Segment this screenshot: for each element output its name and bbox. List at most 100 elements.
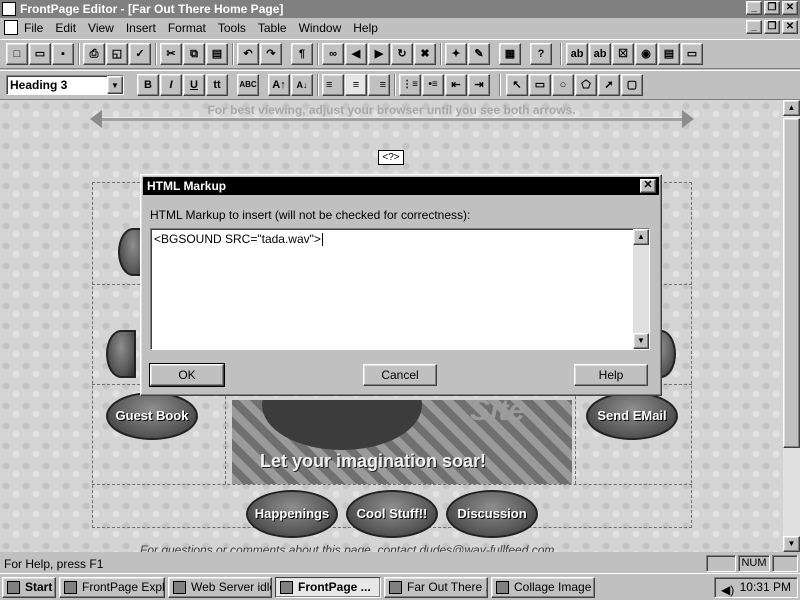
make-transparent-icon[interactable]: ▢ (621, 74, 643, 96)
scroll-down-icon[interactable]: ▼ (783, 536, 800, 552)
highlight-hotspots-icon[interactable]: ➚ (598, 74, 620, 96)
stop-icon[interactable]: ✖ (414, 43, 436, 65)
numbered-list-icon[interactable]: ⋮≡ (399, 74, 421, 96)
close-button[interactable]: ✕ (782, 1, 798, 15)
happenings-button[interactable]: Happenings (246, 490, 338, 538)
cut-icon[interactable]: ✂ (160, 43, 182, 65)
typewriter-icon[interactable]: tt (206, 74, 228, 96)
decrease-indent-icon[interactable]: ⇤ (445, 74, 467, 96)
align-right-icon[interactable]: ≡ (368, 74, 390, 96)
editor-vertical-scrollbar[interactable]: ▲ ▼ (783, 100, 800, 552)
html-markup-marker[interactable]: <?> (378, 150, 404, 165)
task-label: Far Out There ... (407, 580, 488, 594)
save-icon[interactable]: ▪ (52, 43, 74, 65)
text-color-icon[interactable]: ABC (237, 74, 259, 96)
menu-insert[interactable]: Insert (126, 21, 156, 35)
frontpage-app-icon[interactable] (2, 2, 16, 16)
ok-button[interactable]: OK (149, 363, 225, 387)
doc-close-button[interactable]: ✕ (782, 20, 798, 34)
circle-icon[interactable]: ○ (552, 74, 574, 96)
new-icon[interactable]: □ (6, 43, 28, 65)
align-center-icon[interactable]: ≡ (345, 74, 367, 96)
forward-icon[interactable]: ▶ (368, 43, 390, 65)
print-preview-icon[interactable]: ◱ (106, 43, 128, 65)
cancel-button[interactable]: Cancel (363, 364, 437, 386)
guest-book-button[interactable]: Guest Book (106, 392, 198, 440)
paragraph-style-select[interactable]: Heading 3 ▼ (6, 75, 124, 95)
underline-icon[interactable]: U (183, 74, 205, 96)
menu-edit[interactable]: Edit (55, 21, 76, 35)
doc-minimize-button[interactable]: _ (746, 20, 762, 34)
scroll-down-icon[interactable]: ▼ (633, 333, 649, 349)
open-icon[interactable]: ▭ (29, 43, 51, 65)
spelling-icon[interactable]: ✓ (129, 43, 151, 65)
send-email-button[interactable]: Send EMail (586, 392, 678, 440)
task-web-server[interactable]: Web Server idle (168, 577, 272, 598)
menu-view[interactable]: View (88, 21, 114, 35)
nav-button-partial[interactable] (106, 330, 136, 378)
menu-format[interactable]: Format (168, 21, 206, 35)
select-pointer-icon[interactable]: ↖ (506, 74, 528, 96)
align-left-icon[interactable]: ≡ (322, 74, 344, 96)
task-collage-image[interactable]: Collage Image ... (491, 577, 595, 598)
menu-tools[interactable]: Tools (218, 21, 246, 35)
menu-table[interactable]: Table (258, 21, 287, 35)
restore-button[interactable]: ❐ (764, 1, 780, 15)
cool-stuff-button[interactable]: Cool Stuff!! (346, 490, 438, 538)
image-icon[interactable]: ✎ (468, 43, 490, 65)
discussion-button[interactable]: Discussion (446, 490, 538, 538)
markup-text-value: <BGSOUND SRC="tada.wav"> (154, 232, 321, 246)
menu-file[interactable]: File (24, 21, 43, 35)
web-bot-icon[interactable]: ✦ (445, 43, 467, 65)
scroll-up-icon[interactable]: ▲ (633, 229, 649, 245)
task-frontpage-explorer[interactable]: FrontPage Expl... (59, 577, 165, 598)
decrease-font-icon[interactable]: A↓ (291, 74, 313, 96)
increase-font-icon[interactable]: A↑ (268, 74, 290, 96)
refresh-icon[interactable]: ↻ (391, 43, 413, 65)
dialog-close-icon[interactable]: ✕ (640, 179, 656, 193)
scrolling-textbox-icon[interactable]: ab (589, 43, 611, 65)
textbox-icon[interactable]: ab (566, 43, 588, 65)
viewing-tip-text: For best viewing, adjust your browser un… (207, 103, 576, 117)
paste-icon[interactable]: ▤ (206, 43, 228, 65)
table-icon[interactable]: ▦ (499, 43, 521, 65)
task-far-out-there[interactable]: Far Out There ... (384, 577, 488, 598)
clock[interactable]: 10:31 PM (740, 578, 791, 597)
back-icon[interactable]: ◀ (345, 43, 367, 65)
collage-image[interactable]: Site Let your imagination soar! (232, 400, 572, 484)
menu-help[interactable]: Help (353, 21, 378, 35)
markup-textarea[interactable]: <BGSOUND SRC="tada.wav"> ▲ ▼ (150, 228, 650, 350)
bold-icon[interactable]: B (137, 74, 159, 96)
speaker-icon[interactable]: ◀) (721, 581, 734, 597)
markup-scrollbar[interactable]: ▲ ▼ (633, 229, 649, 349)
help-button[interactable]: Help (574, 364, 648, 386)
radio-icon[interactable]: ◉ (635, 43, 657, 65)
dropdown-icon[interactable]: ▤ (658, 43, 680, 65)
scroll-up-icon[interactable]: ▲ (783, 100, 800, 116)
minimize-button[interactable]: _ (746, 1, 762, 15)
bulleted-list-icon[interactable]: •≡ (422, 74, 444, 96)
push-button-icon[interactable]: ▭ (681, 43, 703, 65)
checkbox-icon[interactable]: ☒ (612, 43, 634, 65)
document-icon[interactable] (4, 20, 18, 35)
print-icon[interactable]: ⎙ (83, 43, 105, 65)
scroll-thumb[interactable] (783, 118, 800, 448)
status-bar: For Help, press F1 NUM (0, 554, 800, 573)
undo-icon[interactable]: ↶ (237, 43, 259, 65)
rectangle-icon[interactable]: ▭ (529, 74, 551, 96)
task-frontpage-editor[interactable]: FrontPage ... (275, 577, 381, 598)
hyperlink-icon[interactable]: ∞ (322, 43, 344, 65)
polygon-icon[interactable]: ⬠ (575, 74, 597, 96)
show-all-icon[interactable]: ¶ (291, 43, 313, 65)
chevron-down-icon[interactable]: ▼ (107, 76, 123, 94)
doc-restore-button[interactable]: ❐ (764, 20, 780, 34)
menu-window[interactable]: Window (299, 21, 342, 35)
start-button[interactable]: Start (2, 577, 56, 598)
dialog-title-bar[interactable]: HTML Markup ✕ (143, 177, 659, 195)
increase-indent-icon[interactable]: ⇥ (468, 74, 490, 96)
copy-icon[interactable]: ⧉ (183, 43, 205, 65)
help-pointer-icon[interactable]: ? (530, 43, 552, 65)
redo-icon[interactable]: ↷ (260, 43, 282, 65)
dialog-title: HTML Markup (147, 179, 227, 193)
italic-icon[interactable]: I (160, 74, 182, 96)
